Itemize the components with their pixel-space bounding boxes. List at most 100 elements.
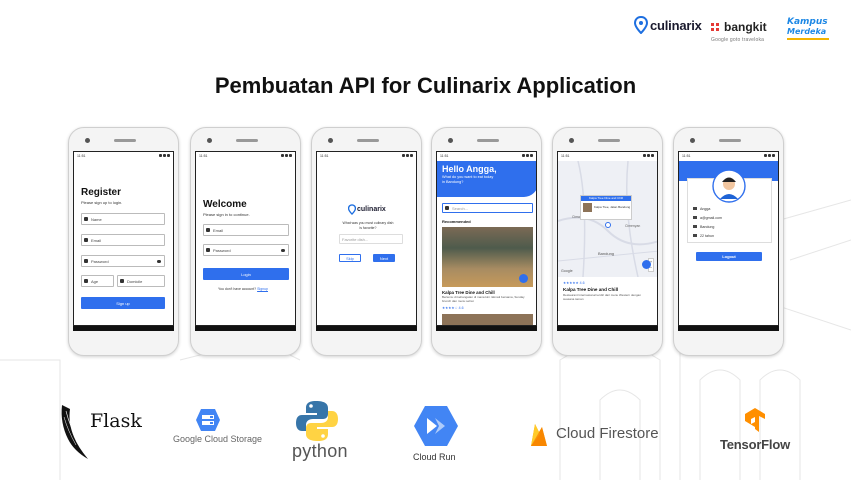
nav-bar <box>195 326 296 331</box>
camera-dot <box>85 138 90 143</box>
status-time: 11:51 <box>77 154 86 158</box>
preference-screen: 11:51 culinarix What was you most culina… <box>316 151 417 326</box>
calendar-icon <box>84 279 88 283</box>
bangkit-mark-icon <box>711 23 719 31</box>
status-bar: 11:51 <box>317 152 416 161</box>
phone-preference: 11:51 culinarix What was you most culina… <box>311 127 422 356</box>
password-field[interactable]: Password <box>81 255 165 267</box>
culinarix-logo-text: culinarix <box>650 17 702 33</box>
logout-button[interactable]: Logout <box>696 252 762 261</box>
map-rating: ★★★★★ 4.6 <box>563 281 585 285</box>
greeting: Hello Angga, <box>442 164 497 174</box>
next-button[interactable]: Next <box>373 254 395 262</box>
person-icon <box>693 207 697 210</box>
status-time: 11:51 <box>682 154 691 158</box>
cloud-storage-icon <box>196 409 220 431</box>
profile-row-age: 22 tahun <box>693 234 714 238</box>
map-detail-card: ★★★★★ 4.6 Kalpa Tree Dine and Chill Rest… <box>558 277 657 325</box>
eye-icon[interactable] <box>157 260 161 263</box>
nav-bar <box>678 326 779 331</box>
google-watermark: Google <box>561 269 573 273</box>
bangkit-logo-text: bangkit <box>724 20 767 34</box>
age-field[interactable]: Age <box>81 275 114 287</box>
map-popup[interactable]: Kalpa Tree Dine and Chill Kalpa Tree, Ja… <box>580 195 632 220</box>
register-subtitle: Please sign up to login. <box>81 200 123 205</box>
map-area-right: Cimenyan <box>625 224 641 228</box>
status-time: 11:51 <box>199 154 208 158</box>
home-screen: 11:51 Hello Angga, What do you want to e… <box>436 151 537 326</box>
speaker-slot <box>236 139 258 142</box>
signup-link[interactable]: Signup <box>257 287 268 291</box>
kampus-logo-line2: Merdeka <box>787 27 827 36</box>
firestore-flame-icon <box>531 424 547 446</box>
login-subtitle: Please sign in to continue. <box>203 212 250 217</box>
map-restaurant-desc: Restaurant Internasional terdiri dari me… <box>563 293 641 301</box>
home-icon <box>693 225 697 228</box>
rating: ★★★★☆ 4.6 <box>442 306 464 310</box>
map-restaurant-name: Kalpa Tree Dine and Chill <box>563 287 619 292</box>
person-icon <box>84 217 88 221</box>
favorite-dish-input[interactable]: Favorite dish... <box>339 234 403 244</box>
kampus-logo-bar <box>787 38 829 40</box>
mail-icon <box>206 228 210 232</box>
bangkit-logo: bangkit Google goto traveloka <box>711 20 767 43</box>
map-location-marker[interactable] <box>605 222 611 228</box>
map-screen: 11:51 Cimahi Cimenyan Bandung Kalpa Tree… <box>557 151 658 326</box>
camera-dot <box>448 138 453 143</box>
restaurant-photo[interactable] <box>442 227 533 287</box>
signup-prompt: You don't have account? Signup <box>218 287 268 291</box>
greeting-sub: What do you want to eat today in Bandung… <box>442 175 494 184</box>
login-email-field[interactable]: Email <box>203 224 289 236</box>
tensorflow-icon <box>745 408 765 432</box>
name-field[interactable]: Name <box>81 213 165 225</box>
python-icon <box>296 401 338 441</box>
login-screen: 11:51 Welcome Please sign in to continue… <box>195 151 296 326</box>
login-password-field[interactable]: Password <box>203 244 289 256</box>
map-marker-button[interactable] <box>519 274 528 283</box>
speaker-slot <box>357 139 379 142</box>
phone-map: 11:51 Cimahi Cimenyan Bandung Kalpa Tree… <box>552 127 663 356</box>
speaker-slot <box>598 139 620 142</box>
profile-row-name: Angga <box>693 207 710 211</box>
status-time: 11:51 <box>320 154 329 158</box>
domicile-field[interactable]: Domicile <box>117 275 165 287</box>
cloud-firestore-label: Cloud Firestore <box>556 425 659 442</box>
map-popup-thumb <box>583 203 592 212</box>
cloud-run-label: Cloud Run <box>413 452 456 462</box>
phone-login: 11:51 Welcome Please sign in to continue… <box>190 127 301 356</box>
login-button[interactable]: Login <box>203 268 289 280</box>
eye-icon[interactable] <box>281 249 285 252</box>
phone-home: 11:51 Hello Angga, What do you want to e… <box>431 127 542 356</box>
map-popup-title: Kalpa Tree, Jalan Bandung <box>594 205 631 209</box>
nav-bar <box>316 326 417 331</box>
culinarix-logo: culinarix <box>634 16 702 34</box>
bangkit-partners: Google goto traveloka <box>711 37 765 43</box>
map-city: Bandung <box>598 251 615 256</box>
skip-button[interactable]: Skip <box>339 254 361 262</box>
kampus-logo-line1: Kampus <box>787 17 828 27</box>
location-pin-icon <box>634 16 648 34</box>
restaurant-photo-2[interactable] <box>442 314 533 325</box>
phone-register: 11:51 Register Please sign up to login. … <box>68 127 179 356</box>
search-input[interactable]: Search... <box>442 203 533 213</box>
phone-profile: 11:51 Angga a@gmail.com Bandung 22 tahun… <box>673 127 784 356</box>
profile-screen: 11:51 Angga a@gmail.com Bandung 22 tahun… <box>678 151 779 326</box>
calendar-icon <box>693 234 697 237</box>
speaker-slot <box>114 139 136 142</box>
avatar[interactable] <box>712 169 746 203</box>
slide-title: Pembuatan API for Culinarix Application <box>214 73 637 98</box>
map-marker-button[interactable] <box>642 260 651 269</box>
signup-button[interactable]: Sign up <box>81 297 165 309</box>
gcs-label: Google Cloud Storage <box>173 434 263 444</box>
preference-logo: culinarix <box>348 204 386 215</box>
email-field[interactable]: Email <box>81 234 165 246</box>
kampus-merdeka-logo: Kampus Merdeka <box>787 17 829 40</box>
nav-bar <box>73 326 174 331</box>
home-icon <box>120 279 124 283</box>
search-icon <box>445 206 449 210</box>
cloud-run-icon <box>414 406 458 446</box>
mail-icon <box>693 216 697 219</box>
camera-dot <box>328 138 333 143</box>
status-time: 11:51 <box>440 154 449 158</box>
flask-label: Flask <box>90 410 142 432</box>
